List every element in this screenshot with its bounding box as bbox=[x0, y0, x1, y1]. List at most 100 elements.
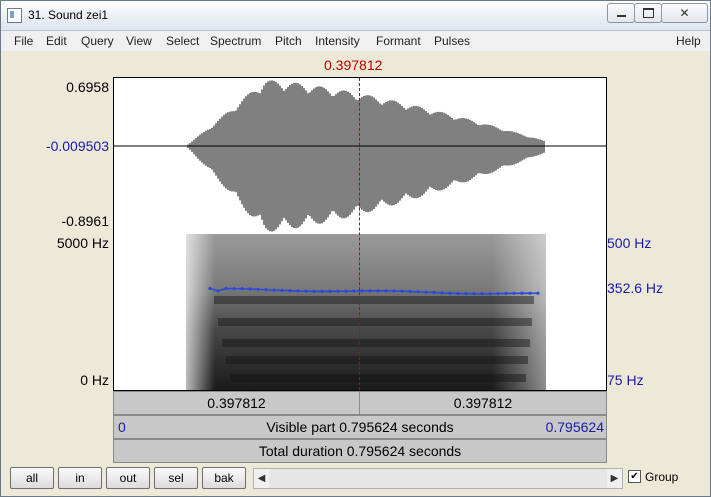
zoom-selection-button[interactable]: sel bbox=[154, 467, 198, 489]
app-icon bbox=[7, 8, 22, 23]
pitch-point bbox=[312, 289, 316, 293]
total-duration-bar[interactable]: Total duration 0.795624 seconds bbox=[113, 439, 607, 463]
close-button[interactable]: ✕ bbox=[661, 3, 708, 23]
formant-band bbox=[222, 339, 530, 347]
pitch-point bbox=[336, 289, 340, 293]
waveform-mid-label: -0.009503 bbox=[45, 138, 109, 154]
menu-spectrum[interactable]: Spectrum bbox=[210, 34, 261, 48]
scroll-left-icon[interactable]: ◀ bbox=[254, 469, 269, 488]
waveform-signal bbox=[187, 80, 545, 232]
pitch-point bbox=[504, 291, 508, 296]
menu-pitch[interactable]: Pitch bbox=[275, 34, 302, 48]
spectrogram-plot bbox=[186, 234, 546, 390]
spectrogram-fade bbox=[186, 234, 546, 390]
pitch-point bbox=[240, 287, 244, 291]
pitch-point bbox=[448, 291, 452, 295]
pitch-point bbox=[408, 289, 412, 294]
pitch-point bbox=[480, 292, 484, 296]
pitch-point bbox=[288, 289, 292, 293]
pitch-point bbox=[304, 289, 308, 293]
menu-edit[interactable]: Edit bbox=[46, 34, 67, 48]
selection-time-bar: 0.397812 0.397812 bbox=[113, 391, 607, 415]
bottom-toolbar: all in out sel bak ◀ ▶ ✔ Group bbox=[1, 464, 710, 496]
cursor-line bbox=[359, 78, 360, 390]
pitch-point bbox=[224, 286, 228, 291]
pitch-point bbox=[360, 289, 364, 293]
visible-part-bar[interactable]: 0 Visible part 0.795624 seconds 0.795624 bbox=[113, 415, 607, 439]
group-label: Group bbox=[645, 470, 679, 484]
pitch-point bbox=[536, 291, 540, 295]
pitch-point bbox=[256, 287, 260, 291]
pitch-point bbox=[280, 288, 284, 292]
spectrogram-freq-top-label: 5000 Hz bbox=[56, 235, 109, 251]
pitch-point bbox=[512, 291, 516, 295]
pitch-point bbox=[368, 289, 372, 293]
pitch-point bbox=[320, 289, 324, 293]
total-duration-text: Total duration 0.795624 seconds bbox=[258, 443, 462, 459]
maximize-button[interactable] bbox=[634, 3, 662, 23]
pitch-top-label: 500 Hz bbox=[607, 235, 652, 251]
pitch-point bbox=[352, 289, 356, 293]
menu-bar: File Edit Query View Select Spectrum Pit… bbox=[1, 31, 710, 51]
pitch-point bbox=[472, 292, 476, 296]
pitch-point bbox=[384, 289, 388, 293]
waveform-panel[interactable] bbox=[113, 77, 607, 235]
pitch-point bbox=[424, 290, 428, 294]
pitch-point bbox=[464, 292, 468, 296]
minimize-icon bbox=[616, 15, 626, 17]
pitch-point bbox=[432, 290, 436, 295]
menu-file[interactable]: File bbox=[14, 34, 33, 48]
formant-band bbox=[230, 374, 526, 382]
minimize-button[interactable] bbox=[607, 3, 635, 23]
menu-select[interactable]: Select bbox=[166, 34, 199, 48]
pitch-point bbox=[328, 289, 332, 293]
sound-editor-window: 31. Sound zei1 ✕ File Edit Query View Se… bbox=[0, 0, 711, 497]
pitch-point bbox=[232, 287, 236, 291]
menu-intensity[interactable]: Intensity bbox=[315, 34, 360, 48]
zoom-in-button[interactable]: in bbox=[58, 467, 102, 489]
waveform-max-label: 0.6958 bbox=[66, 79, 109, 95]
pitch-point bbox=[416, 290, 420, 294]
group-checkbox[interactable]: ✔ bbox=[628, 470, 641, 483]
pitch-point bbox=[488, 292, 492, 296]
waveform-plot bbox=[114, 80, 606, 232]
pitch-value-label: 352.6 Hz bbox=[607, 280, 664, 296]
zoom-back-button[interactable]: bak bbox=[202, 467, 246, 489]
close-icon: ✕ bbox=[679, 6, 690, 20]
scroll-right-icon[interactable]: ▶ bbox=[607, 469, 622, 488]
window-title: 31. Sound zei1 bbox=[28, 8, 109, 22]
menu-formant[interactable]: Formant bbox=[376, 34, 421, 48]
pitch-point bbox=[400, 289, 404, 293]
pitch-point bbox=[440, 291, 444, 295]
formant-band bbox=[226, 356, 528, 364]
pitch-point bbox=[496, 292, 500, 296]
maximize-icon bbox=[642, 8, 654, 18]
pitch-point bbox=[296, 289, 300, 293]
pitch-point bbox=[456, 291, 460, 296]
visible-end-label: 0.795624 bbox=[545, 419, 604, 435]
right-time-cell[interactable]: 0.397812 bbox=[360, 392, 606, 414]
pitch-point bbox=[392, 289, 396, 293]
menu-query[interactable]: Query bbox=[81, 34, 114, 48]
zoom-all-button[interactable]: all bbox=[10, 467, 54, 489]
title-bar[interactable]: 31. Sound zei1 ✕ bbox=[1, 1, 710, 31]
left-time-cell[interactable]: 0.397812 bbox=[114, 392, 359, 414]
spectrogram-panel[interactable] bbox=[113, 234, 607, 391]
formant-band bbox=[218, 318, 532, 326]
pitch-bottom-label: 75 Hz bbox=[607, 372, 644, 388]
menu-pulses[interactable]: Pulses bbox=[434, 34, 470, 48]
horizontal-scrollbar[interactable]: ◀ ▶ bbox=[253, 468, 623, 489]
pitch-point bbox=[528, 291, 532, 295]
menu-view[interactable]: View bbox=[126, 34, 152, 48]
pitch-point bbox=[520, 291, 524, 295]
spectrogram-freq-bottom-label: 0 Hz bbox=[80, 372, 109, 388]
pitch-point bbox=[216, 289, 220, 293]
formant-band bbox=[214, 296, 534, 304]
zoom-out-button[interactable]: out bbox=[106, 467, 150, 489]
waveform-min-label: -0.8961 bbox=[61, 213, 109, 229]
pitch-point bbox=[344, 289, 348, 293]
menu-help[interactable]: Help bbox=[676, 34, 701, 48]
pitch-point bbox=[208, 286, 212, 291]
pitch-point bbox=[264, 288, 268, 292]
cursor-time-label: 0.397812 bbox=[324, 57, 383, 73]
